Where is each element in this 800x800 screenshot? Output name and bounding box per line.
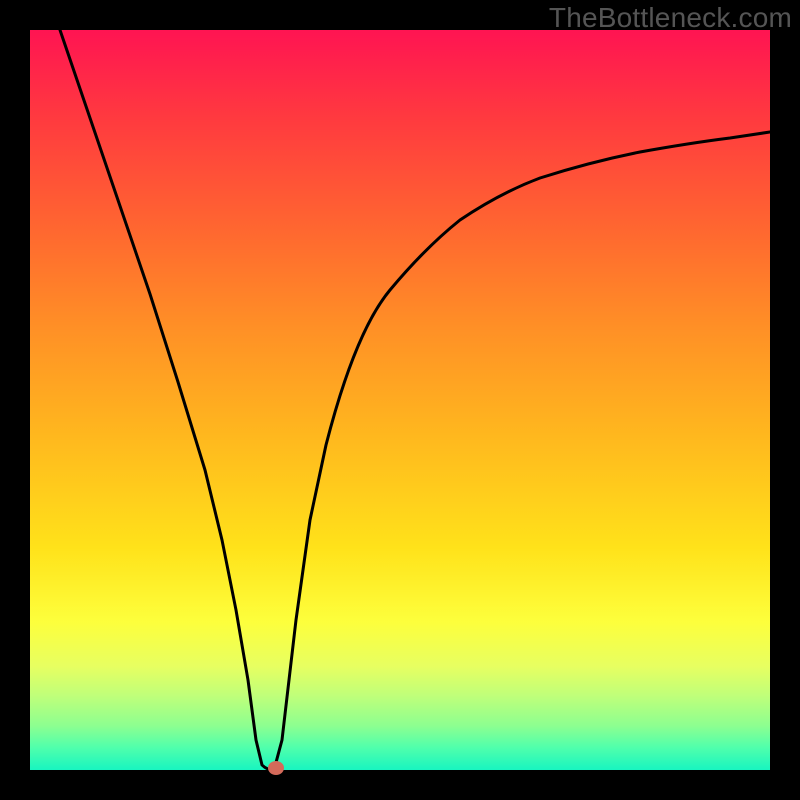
chart-frame: TheBottleneck.com [0, 0, 800, 800]
optimal-point-marker [268, 761, 284, 775]
curve-path [60, 30, 770, 770]
bottleneck-curve [30, 30, 770, 770]
watermark-text: TheBottleneck.com [549, 2, 792, 34]
